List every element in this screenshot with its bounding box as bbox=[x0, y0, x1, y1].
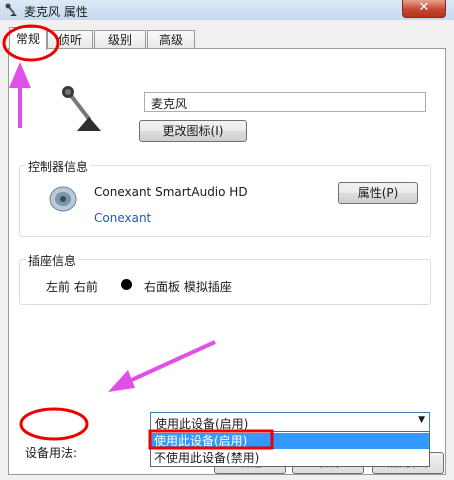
properties-button[interactable]: 属性(P) bbox=[338, 182, 418, 204]
controller-vendor-link[interactable]: Conexant bbox=[94, 211, 151, 225]
speaker-icon bbox=[49, 186, 77, 212]
jack-description: 右面板 模拟插座 bbox=[144, 280, 232, 294]
microphone-icon bbox=[5, 3, 17, 16]
device-name-field[interactable]: 麦克风 bbox=[144, 92, 426, 112]
window-title: 麦克风 属性 bbox=[24, 5, 88, 19]
usage-option-disable[interactable]: 不使用此设备(禁用) bbox=[151, 450, 429, 466]
title-bar: 麦克风 属性 ✕ bbox=[0, 0, 454, 21]
jack-group: 插座信息 左前 右前 右面板 模拟插座 bbox=[19, 252, 431, 305]
usage-dropdown: 使用此设备(启用) 不使用此设备(禁用) bbox=[150, 431, 430, 467]
usage-select-value: 使用此设备(启用) bbox=[155, 417, 249, 431]
controller-group: 控制器信息 Conexant SmartAudio HD Conexant 属性… bbox=[19, 158, 431, 237]
jack-color-dot bbox=[121, 279, 132, 290]
microphone-icon bbox=[62, 86, 101, 131]
jack-legend: 插座信息 bbox=[26, 252, 79, 269]
close-button[interactable]: ✕ bbox=[402, 0, 446, 18]
controller-name: Conexant SmartAudio HD bbox=[94, 185, 248, 199]
change-icon-button[interactable]: 更改图标(I) bbox=[139, 120, 247, 142]
usage-select[interactable]: 使用此设备(启用) ▼ bbox=[150, 412, 430, 432]
tab-levels[interactable]: 级别 bbox=[94, 30, 146, 49]
tab-advanced[interactable]: 高级 bbox=[147, 30, 195, 49]
tab-listen[interactable]: 侦听 bbox=[47, 30, 93, 49]
chevron-down-icon[interactable]: ▼ bbox=[418, 415, 425, 425]
dialog: 常规 侦听 级别 高级 麦克风 更改图标(I) 控制器信息 Conexant S… bbox=[0, 20, 454, 480]
tab-panel: 麦克风 更改图标(I) 控制器信息 Conexant SmartAudio HD… bbox=[8, 48, 446, 475]
controller-legend: 控制器信息 bbox=[26, 158, 91, 175]
jack-positions: 左前 右前 bbox=[46, 280, 98, 294]
usage-option-enable[interactable]: 使用此设备(启用) bbox=[151, 433, 429, 449]
usage-label: 设备用法: bbox=[25, 446, 78, 460]
tab-general[interactable]: 常规 bbox=[9, 27, 47, 50]
